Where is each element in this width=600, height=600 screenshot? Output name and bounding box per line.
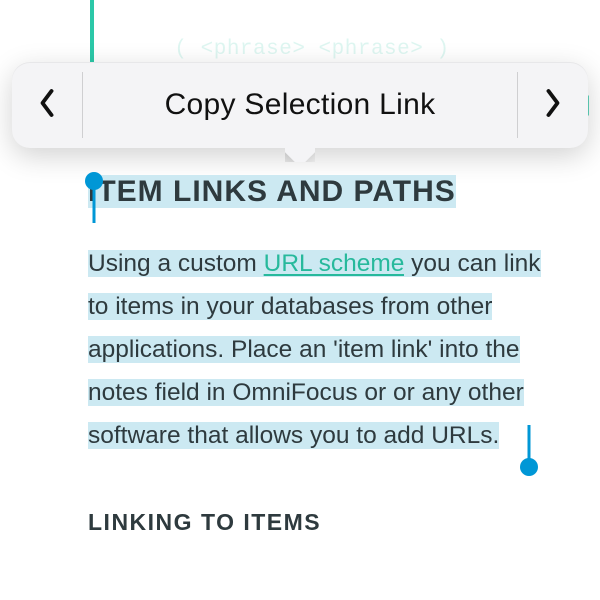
copy-selection-link-button[interactable]: Copy Selection Link bbox=[83, 62, 517, 148]
subsection-heading: LINKING TO ITEMS bbox=[88, 509, 560, 536]
section-paragraph: Using a custom URL scheme you can link t… bbox=[88, 243, 560, 457]
selection-handle-end[interactable] bbox=[520, 458, 538, 476]
paragraph-text-post: you can link to items in your databases … bbox=[88, 250, 541, 449]
document-content: ITEM LINKS AND PATHS Using a custom URL … bbox=[88, 175, 560, 536]
url-scheme-link[interactable]: URL scheme bbox=[264, 250, 405, 277]
selection-handle-start[interactable] bbox=[85, 172, 103, 190]
chevron-right-icon bbox=[543, 88, 563, 123]
selection-callout: Copy Selection Link bbox=[12, 62, 588, 148]
code-line-1: ( <phrase> <phrase> ) bbox=[148, 38, 449, 61]
callout-pointer bbox=[285, 147, 315, 162]
paragraph-text-pre: Using a custom bbox=[88, 250, 264, 277]
callout-label: Copy Selection Link bbox=[165, 88, 436, 122]
callout-prev-button[interactable] bbox=[12, 62, 82, 148]
section-heading: ITEM LINKS AND PATHS bbox=[88, 175, 456, 208]
callout-next-button[interactable] bbox=[518, 62, 588, 148]
chevron-left-icon bbox=[37, 88, 57, 123]
